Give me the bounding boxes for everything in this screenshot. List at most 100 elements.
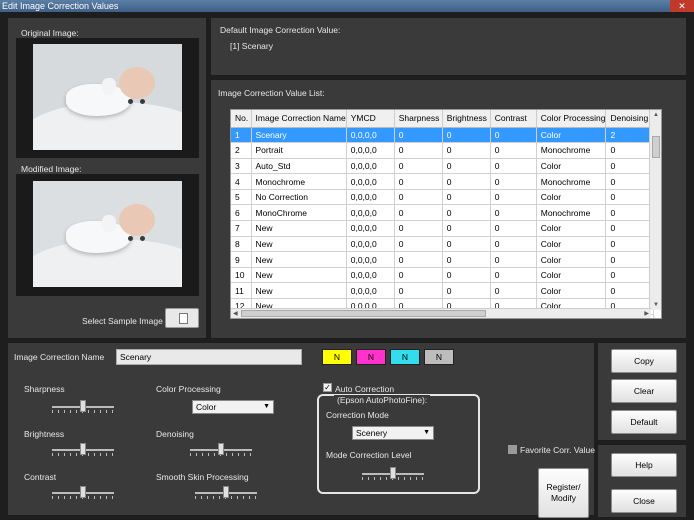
table-cell: 5 (231, 189, 252, 206)
table-row[interactable]: 3 Auto_Std 0,0,0,0 0 0 0 Color 0 (231, 158, 655, 175)
table-cell: 0,0,0,0 (346, 236, 395, 253)
table-cell: 0 (605, 251, 655, 268)
scroll-left-icon[interactable]: ◀ (233, 310, 238, 317)
column-header[interactable]: YMCD (346, 110, 395, 128)
horizontal-scroll-thumb[interactable] (241, 310, 486, 317)
scroll-up-icon[interactable]: ▲ (653, 112, 659, 118)
contrast-slider-thumb[interactable] (80, 486, 86, 498)
smooth-skin-slider[interactable] (195, 486, 257, 500)
table-cell: 0 (605, 189, 655, 206)
column-header[interactable]: Contrast (490, 110, 537, 128)
denoising-slider[interactable] (190, 443, 252, 457)
table-cell: Color (536, 267, 607, 284)
table-cell: 2 (231, 142, 252, 159)
ymcd-cyan-button[interactable]: N (390, 349, 420, 365)
correction-value-grid[interactable]: No. Image Correction Name YMCD Sharpness Bri… (230, 109, 662, 319)
table-cell: Monochrome (536, 173, 607, 190)
table-row[interactable]: 10 New 0,0,0,0 0 0 0 Color 0 (231, 267, 655, 284)
correction-mode-select[interactable]: Scenery ▼ (352, 426, 434, 440)
window-close-icon[interactable]: ✕ (670, 0, 694, 12)
copy-button[interactable]: Copy (611, 349, 677, 373)
vertical-scrollbar[interactable]: ▲ ▼ (649, 110, 661, 310)
help-button[interactable]: Help (611, 453, 677, 477)
column-header[interactable]: Color Processing (536, 110, 607, 128)
table-cell: 0,0,0,0 (346, 204, 395, 222)
table-row[interactable]: 2 Portrait 0,0,0,0 0 0 0 Monochrome 0 (231, 142, 655, 159)
mode-level-slider-thumb[interactable] (390, 467, 396, 479)
table-cell: 0 (394, 189, 443, 206)
table-row[interactable]: 6 MonoChrome 0,0,0,0 0 0 0 Monochrome 0 (231, 204, 655, 222)
table-cell: 0 (442, 158, 491, 175)
table-cell: 0 (490, 204, 537, 222)
column-header[interactable]: Brightness (442, 110, 491, 128)
ymcd-yellow-button[interactable]: N (322, 349, 352, 365)
table-cell: 0 (442, 142, 491, 159)
select-sample-button[interactable] (165, 308, 199, 328)
table-cell: Monochrome (536, 204, 607, 222)
table-cell: 0,0,0,0 (346, 127, 395, 144)
column-header[interactable]: Denoising (605, 110, 655, 128)
close-button[interactable]: Close (611, 489, 677, 513)
column-header[interactable]: Image Correction Name (251, 110, 347, 128)
table-cell: Monochrome (251, 173, 347, 190)
window-title: Edit Image Correction Values (2, 1, 119, 11)
favorite-checkbox[interactable] (508, 445, 517, 454)
vertical-scroll-thumb[interactable] (652, 136, 660, 158)
sharpness-slider-thumb[interactable] (80, 400, 86, 412)
table-row[interactable]: 1 Scenary 0,0,0,0 0 0 0 Color 2 (231, 127, 655, 144)
table-cell: 0 (490, 236, 537, 253)
sharpness-slider[interactable] (52, 400, 114, 414)
table-cell: 0 (605, 282, 655, 300)
mode-level-slider[interactable] (362, 467, 424, 481)
table-row[interactable]: 11 New 0,0,0,0 0 0 0 Color 0 (231, 282, 655, 300)
scroll-down-icon[interactable]: ▼ (653, 302, 659, 308)
table-cell: 0 (490, 142, 537, 159)
table-row[interactable]: 8 New 0,0,0,0 0 0 0 Color 0 (231, 236, 655, 253)
table-cell: 0,0,0,0 (346, 158, 395, 175)
table-row[interactable]: 7 New 0,0,0,0 0 0 0 Color 0 (231, 220, 655, 237)
table-cell: Color (536, 220, 607, 237)
table-cell: Color (536, 127, 607, 144)
column-header[interactable]: Sharpness (394, 110, 443, 128)
smooth-skin-slider-thumb[interactable] (223, 486, 229, 498)
register-modify-button[interactable]: Register/ Modify (538, 468, 589, 518)
mode-level-label: Mode Correction Level (326, 450, 412, 460)
color-processing-value: Color (196, 402, 217, 412)
table-row[interactable]: 9 New 0,0,0,0 0 0 0 Color 0 (231, 251, 655, 268)
table-cell: Color (536, 251, 607, 268)
table-cell: 8 (231, 236, 252, 253)
table-row[interactable]: 4 Monochrome 0,0,0,0 0 0 0 Monochrome 0 (231, 173, 655, 190)
color-processing-select[interactable]: Color ▼ (192, 400, 274, 414)
contrast-slider[interactable] (52, 486, 114, 500)
table-cell: Color (536, 236, 607, 253)
table-cell: 0 (442, 204, 491, 222)
scroll-right-icon[interactable]: ▶ (644, 310, 649, 317)
table-cell: 0 (490, 282, 537, 300)
table-cell: 0 (605, 158, 655, 175)
auto-correction-checkbox[interactable]: ✓ (323, 383, 332, 392)
correction-name-input[interactable]: Scenary (116, 349, 302, 365)
ymcd-magenta-button[interactable]: N (356, 349, 386, 365)
table-row[interactable]: 5 No Correction 0,0,0,0 0 0 0 Color 0 (231, 189, 655, 206)
table-cell: 0 (605, 142, 655, 159)
table-cell: New (251, 220, 347, 237)
table-cell: 0 (490, 251, 537, 268)
brightness-slider-thumb[interactable] (80, 443, 86, 455)
ymcd-black-button[interactable]: N (424, 349, 454, 365)
table-cell: Color (536, 282, 607, 300)
table-cell: 0 (490, 189, 537, 206)
table-cell: 0 (490, 267, 537, 284)
table-cell: New (251, 251, 347, 268)
table-cell: New (251, 282, 347, 300)
clear-button[interactable]: Clear (611, 379, 677, 403)
default-button[interactable]: Default (611, 410, 677, 434)
table-cell: 0 (442, 127, 491, 144)
denoising-slider-thumb[interactable] (218, 443, 224, 455)
table-cell: 0 (442, 282, 491, 300)
original-image-label: Original Image: (21, 28, 79, 38)
table-cell: 0 (442, 173, 491, 190)
table-cell: 0 (490, 220, 537, 237)
horizontal-scrollbar[interactable]: ◀ ▶ (231, 308, 651, 318)
column-header[interactable]: No. (231, 110, 252, 128)
brightness-slider[interactable] (52, 443, 114, 457)
